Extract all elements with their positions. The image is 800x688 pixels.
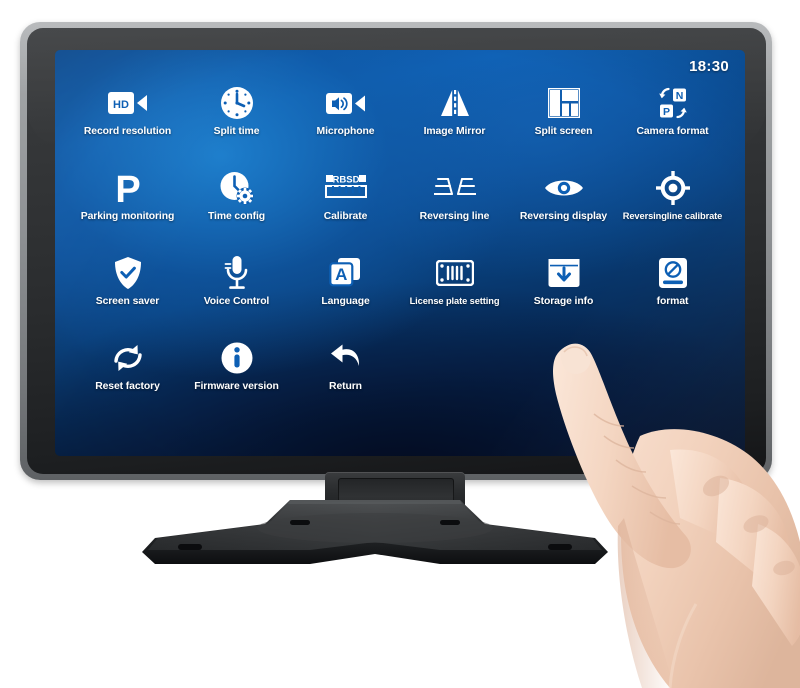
- pointing-hand: [520, 318, 800, 688]
- menu-label: Camera format: [636, 126, 709, 137]
- microphone-icon: [214, 253, 260, 293]
- menu-item-return[interactable]: Return: [291, 338, 400, 412]
- eye-icon: [541, 168, 587, 208]
- menu-item-storage-info[interactable]: Storage info: [509, 253, 618, 327]
- svg-text:RBSD: RBSD: [332, 174, 359, 185]
- menu-label: Reversingline calibrate: [622, 211, 723, 221]
- back-arrow-icon: [323, 338, 369, 378]
- menu-item-camera-format[interactable]: N P Camera format: [618, 83, 727, 157]
- svg-text:A: A: [335, 265, 347, 284]
- menu-item-screen-saver[interactable]: Screen saver: [73, 253, 182, 327]
- menu-label: Time config: [207, 211, 266, 222]
- parking-p-icon: P: [105, 168, 151, 208]
- letter-a-cards-icon: A: [323, 253, 369, 293]
- menu-label: Reset factory: [95, 381, 160, 392]
- svg-text:P: P: [115, 170, 140, 206]
- menu-item-microphone[interactable]: Microphone: [291, 83, 400, 157]
- menu-item-license-plate-setting[interactable]: License plate setting: [400, 253, 509, 327]
- clock-icon: [214, 83, 260, 123]
- license-plate-icon: [432, 253, 478, 293]
- menu-item-image-mirror[interactable]: Image Mirror: [400, 83, 509, 157]
- menu-label: License plate setting: [409, 296, 500, 306]
- refresh-cycle-icon: [105, 338, 151, 378]
- svg-text:N: N: [675, 90, 683, 102]
- menu-item-reset-factory[interactable]: Reset factory: [73, 338, 182, 412]
- menu-item-voice-control[interactable]: Voice Control: [182, 253, 291, 327]
- menu-item-calibrate[interactable]: RBSD Calibrate: [291, 168, 400, 242]
- menu-label: Image Mirror: [423, 126, 486, 137]
- menu-item-format[interactable]: format: [618, 253, 727, 327]
- menu-label: Calibrate: [323, 211, 368, 222]
- menu-item-reversing-display[interactable]: Reversing display: [509, 168, 618, 242]
- info-circle-icon: [214, 338, 260, 378]
- status-bar-clock: 18:30: [689, 58, 729, 75]
- menu-label: Parking monitoring: [80, 211, 175, 222]
- screenshot-stage: 18:30 HD Record resolution Split time Mi…: [0, 0, 800, 688]
- menu-item-split-time[interactable]: Split time: [182, 83, 291, 157]
- menu-label: Return: [329, 381, 362, 392]
- menu-label: Voice Control: [203, 296, 270, 307]
- disk-blocked-icon: [650, 253, 696, 293]
- menu-label: Reversing line: [419, 211, 490, 222]
- menu-item-reversingline-calibrate[interactable]: Reversingline calibrate: [618, 168, 727, 242]
- rbsd-ruler-icon: RBSD: [323, 168, 369, 208]
- clock-gear-icon: [214, 168, 260, 208]
- storage-download-icon: [541, 253, 587, 293]
- menu-label: Language: [321, 296, 370, 307]
- menu-label: Record resolution: [83, 126, 172, 137]
- crosshair-target-icon: [650, 168, 696, 208]
- svg-text:P: P: [662, 106, 669, 118]
- hd-camcorder-icon: HD: [105, 83, 151, 123]
- menu-label: Split screen: [534, 126, 593, 137]
- reversing-lines-icon: [432, 168, 478, 208]
- menu-label: Screen saver: [95, 296, 160, 307]
- shield-check-icon: [105, 253, 151, 293]
- svg-text:HD: HD: [113, 99, 129, 111]
- menu-label: Split time: [213, 126, 260, 137]
- menu-label: Storage info: [533, 296, 594, 307]
- menu-item-reversing-line[interactable]: Reversing line: [400, 168, 509, 242]
- menu-label: format: [656, 296, 689, 307]
- menu-label: Reversing display: [519, 211, 608, 222]
- menu-item-parking-monitoring[interactable]: P Parking monitoring: [73, 168, 182, 242]
- menu-item-split-screen[interactable]: Split screen: [509, 83, 618, 157]
- menu-item-record-resolution[interactable]: HD Record resolution: [73, 83, 182, 157]
- menu-item-firmware-version[interactable]: Firmware version: [182, 338, 291, 412]
- mirror-triangles-icon: [432, 83, 478, 123]
- menu-item-time-config[interactable]: Time config: [182, 168, 291, 242]
- speaker-camcorder-icon: [323, 83, 369, 123]
- menu-label: Microphone: [316, 126, 375, 137]
- menu-item-language[interactable]: A Language: [291, 253, 400, 327]
- grid-layout-icon: [541, 83, 587, 123]
- np-swap-icon: N P: [650, 83, 696, 123]
- menu-label: Firmware version: [194, 381, 279, 392]
